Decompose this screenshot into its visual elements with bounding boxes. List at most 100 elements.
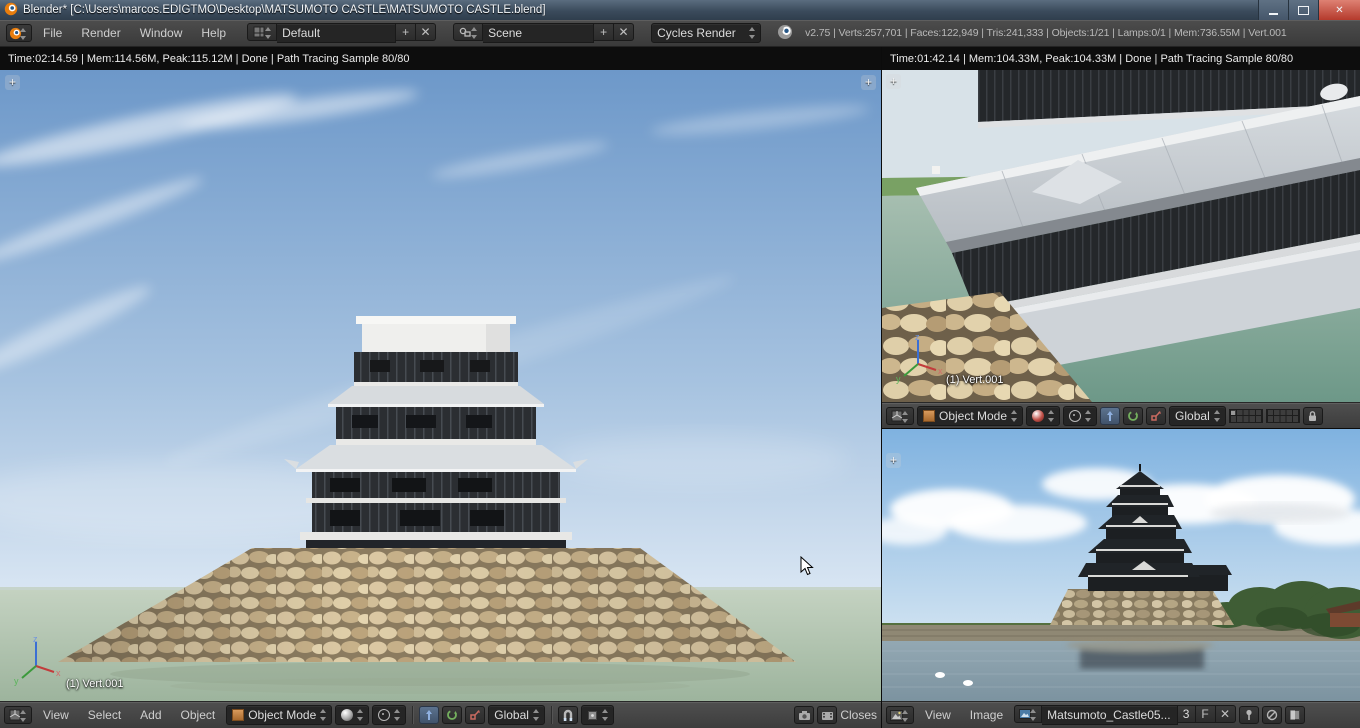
pivot-center-dropdown[interactable]: [372, 705, 407, 725]
layers-widget[interactable]: [1265, 408, 1300, 423]
menu-render[interactable]: Render: [73, 26, 128, 40]
area-corner-handle[interactable]: +: [886, 453, 901, 468]
snap-toggle-button[interactable]: [557, 706, 578, 724]
screen-layout-browse-button[interactable]: [247, 23, 278, 41]
image-name-field[interactable]: Matsumoto_Castle05...: [1042, 705, 1178, 725]
unlink-image-button[interactable]: ✕: [1215, 705, 1236, 723]
maximize-icon: [1298, 5, 1309, 15]
snap-target-label[interactable]: Closes: [840, 708, 877, 722]
display-channels-button[interactable]: [1284, 706, 1305, 724]
mode-dropdown[interactable]: Object Mode: [226, 705, 333, 725]
info-editor-type-button[interactable]: [6, 24, 32, 42]
dropdown-arrows-icon: [394, 709, 401, 721]
castle-render-image: [0, 70, 881, 701]
dropdown-arrows-icon: [749, 27, 756, 39]
transform-orientation-dropdown[interactable]: Global: [1169, 405, 1226, 426]
secondary-viewport-render[interactable]: + z x y (1) Vert.001: [882, 70, 1360, 402]
mode-dropdown[interactable]: Object Mode: [917, 405, 1024, 426]
minimize-button[interactable]: [1258, 0, 1288, 20]
viewport-3d-icon: [9, 709, 20, 721]
dropdown-arrows-icon: [20, 28, 27, 40]
image-datablock-selector: Matsumoto_Castle05... 3 F ✕: [1014, 705, 1236, 725]
maximize-button[interactable]: [1288, 0, 1318, 20]
separator: [550, 706, 552, 724]
editor-type-button[interactable]: [4, 706, 32, 724]
transform-orientation-dropdown[interactable]: Global: [488, 705, 545, 725]
axis-mini-gizmo: z x y: [896, 332, 943, 384]
image-editor-canvas[interactable]: +: [882, 429, 1360, 701]
area-corner-handle[interactable]: +: [5, 75, 20, 90]
svg-text:z: z: [33, 634, 38, 644]
pin-icon: [1245, 709, 1252, 720]
menu-view[interactable]: View: [917, 708, 959, 722]
dropdown-arrows-icon: [532, 709, 540, 721]
manipulator-translate-button[interactable]: [419, 706, 440, 724]
active-object-label: (1) Vert.001: [946, 374, 1004, 386]
close-icon: ✕: [420, 25, 431, 39]
menu-object[interactable]: Object: [173, 708, 224, 722]
manipulator-rotate-button[interactable]: [442, 706, 463, 724]
svg-text:z: z: [915, 332, 920, 342]
render-engine-dropdown[interactable]: Cycles Render: [651, 23, 762, 43]
image-editor-area: + View Image Matsumoto_Castle05... 3 F ✕: [881, 428, 1360, 728]
opengl-render-anim-button[interactable]: [817, 706, 838, 724]
menu-file[interactable]: File: [35, 26, 70, 40]
manipulator-scale-button[interactable]: [465, 706, 486, 724]
snap-element-dropdown[interactable]: [580, 705, 614, 725]
screen-layout-add-button[interactable]: +: [396, 23, 417, 41]
users-count-label: 3: [1182, 707, 1190, 721]
menu-select[interactable]: Select: [80, 708, 129, 722]
dropdown-arrows-icon: [902, 710, 909, 722]
menu-help[interactable]: Help: [193, 26, 234, 40]
secondary-3d-viewport-area: Time:01:42.14 | Mem:104.33M, Peak:104.33…: [881, 47, 1360, 428]
pivot-center-dropdown[interactable]: [1063, 405, 1098, 426]
manipulator-rotate-button[interactable]: [1123, 406, 1144, 425]
scene-add-button[interactable]: +: [594, 23, 615, 41]
menu-image[interactable]: Image: [962, 708, 1011, 722]
translate-icon: [426, 710, 433, 720]
editor-type-button[interactable]: [886, 406, 914, 425]
pin-image-button[interactable]: [1238, 706, 1259, 724]
image-name: Matsumoto_Castle05...: [1047, 708, 1171, 722]
main-viewport-render[interactable]: + + z x y (1) Vert.001: [0, 70, 881, 701]
viewport-shading-dropdown[interactable]: [1026, 405, 1061, 426]
manipulator-scale-button[interactable]: [1146, 406, 1167, 425]
layers-widget[interactable]: [1228, 408, 1263, 423]
scene-name: Scene: [488, 26, 523, 40]
image-users-count[interactable]: 3: [1177, 705, 1196, 723]
area-corner-handle[interactable]: +: [861, 75, 876, 90]
opengl-render-button[interactable]: [794, 706, 815, 724]
dropdown-arrows-icon: [265, 27, 272, 39]
close-icon: ✕: [618, 25, 629, 39]
fake-user-label: F: [1201, 707, 1209, 721]
viewport-shading-dropdown[interactable]: [335, 705, 370, 725]
area-corner-handle[interactable]: +: [886, 74, 901, 89]
menu-window[interactable]: Window: [132, 26, 191, 40]
lock-to-scene-button[interactable]: [1302, 406, 1323, 425]
image-browse-button[interactable]: [1014, 705, 1043, 723]
scene-delete-button[interactable]: ✕: [614, 23, 635, 41]
scale-icon: [470, 710, 481, 720]
rotate-icon: [447, 710, 458, 720]
screen-layout-delete-button[interactable]: ✕: [416, 23, 437, 41]
separator: [412, 706, 414, 724]
shading-sphere-icon: [341, 709, 354, 721]
fake-user-button[interactable]: F: [1195, 705, 1216, 723]
editor-type-button[interactable]: [886, 706, 914, 724]
dropdown-arrows-icon: [601, 709, 609, 721]
dropdown-arrows-icon: [357, 709, 364, 721]
window-title: Blender* [C:\Users\marcos.EDIGTMO\Deskto…: [23, 4, 546, 16]
screen-layout-name-field[interactable]: Default: [277, 23, 397, 43]
menu-add[interactable]: Add: [132, 708, 169, 722]
slash-circle-icon: [1266, 709, 1277, 721]
menu-view[interactable]: View: [35, 708, 77, 722]
translate-icon: [1107, 410, 1114, 421]
manipulator-translate-button[interactable]: [1100, 406, 1121, 425]
close-button[interactable]: ✕: [1318, 0, 1360, 20]
image-painting-mode-button[interactable]: [1261, 706, 1282, 724]
plus-icon: +: [864, 75, 872, 89]
plus-icon: +: [889, 74, 897, 88]
object-mode-icon: [923, 409, 935, 422]
scene-name-field[interactable]: Scene: [483, 23, 595, 43]
scene-browse-button[interactable]: [453, 23, 484, 41]
